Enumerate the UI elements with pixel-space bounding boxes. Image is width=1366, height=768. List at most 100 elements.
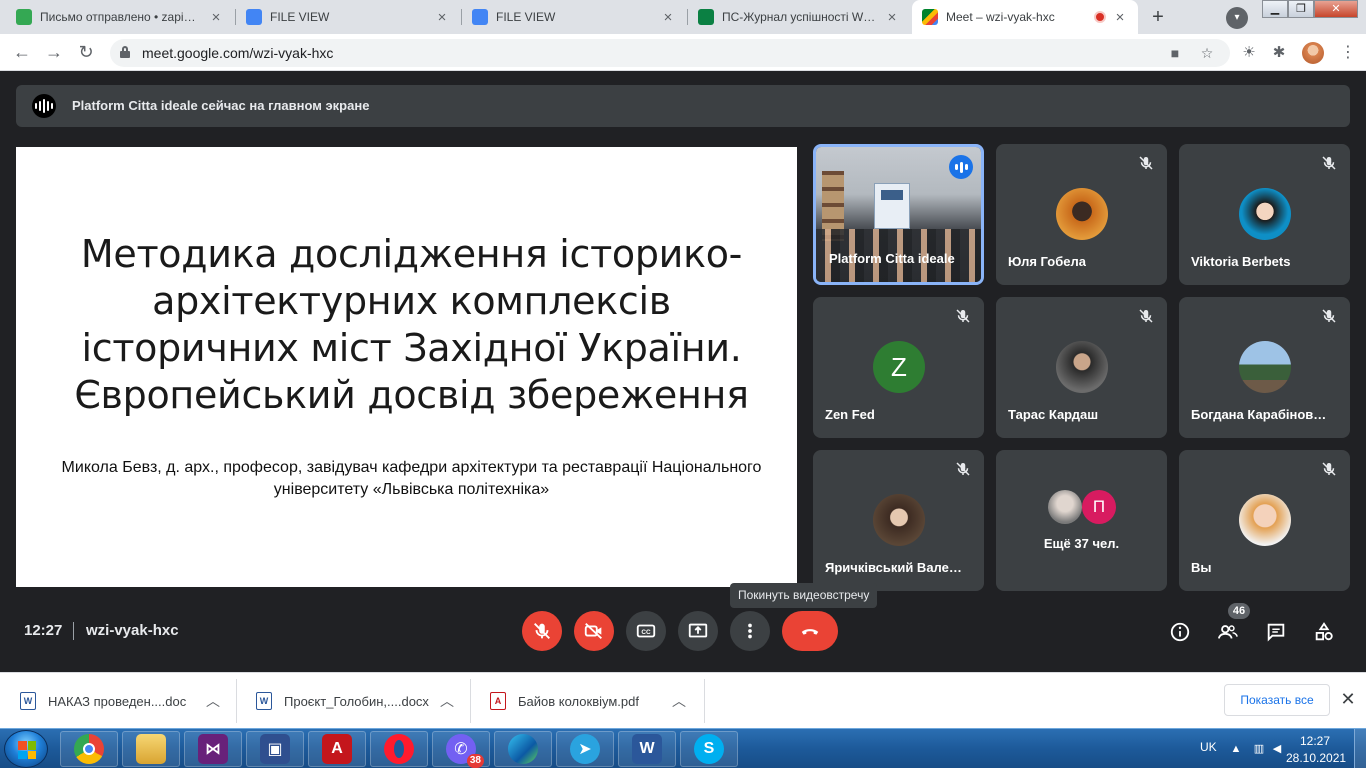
taskbar-viber[interactable]: ✆ 38 (432, 731, 490, 768)
close-icon[interactable]: × (884, 9, 900, 26)
start-button[interactable] (4, 730, 48, 768)
taskbar-acrobat[interactable]: A (308, 731, 366, 767)
participant-tile[interactable]: Яричківський Вале… (813, 450, 984, 591)
close-icon[interactable]: × (1112, 9, 1128, 26)
activities-button[interactable] (1311, 619, 1337, 645)
close-icon[interactable]: × (208, 9, 224, 26)
tab-title: Meet – wzi-vyak-hxc (946, 10, 1055, 24)
tray-expand-icon[interactable]: ▲ (1229, 742, 1243, 756)
participant-avatar (1239, 341, 1291, 393)
forward-arrow-icon[interactable]: → (42, 41, 66, 65)
taskbar-opera[interactable] (370, 731, 428, 767)
tab-gmail[interactable]: Письмо отправлено • zapib@ × (6, 0, 234, 34)
presentation-slide: Методика дослідження історико-архітектур… (16, 147, 797, 587)
chat-button[interactable] (1263, 619, 1289, 645)
chevron-up-icon[interactable]: ︿ (440, 691, 454, 711)
maximize-button[interactable]: ❐ (1288, 0, 1314, 18)
close-icon[interactable]: ✕ (1338, 687, 1358, 711)
document-favicon-icon (472, 9, 488, 25)
captions-button[interactable]: CC (626, 611, 666, 651)
participant-tile[interactable]: Platform Citta ideale (813, 144, 984, 285)
tab-meet[interactable]: Meet – wzi-vyak-hxc × (912, 0, 1138, 34)
mic-off-icon (1137, 307, 1155, 325)
slide-subtitle: Микола Бевз, д. арх., професор, завідува… (61, 459, 762, 498)
floppy-disk-icon: ▣ (260, 734, 290, 764)
participant-tile-self[interactable]: Вы (1179, 450, 1350, 591)
audio-bars-icon (32, 94, 56, 118)
close-window-button[interactable]: ✕ (1314, 0, 1358, 18)
people-icon (1217, 625, 1238, 639)
profile-avatar[interactable] (1302, 42, 1324, 64)
edge-icon (508, 734, 538, 764)
present-screen-button[interactable] (678, 611, 718, 651)
show-desktop-button[interactable] (1354, 729, 1366, 768)
meeting-details-button[interactable] (1167, 619, 1193, 645)
close-icon[interactable]: × (434, 9, 450, 26)
tab-file-view-1[interactable]: FILE VIEW × (236, 0, 460, 34)
taskbar-explorer[interactable] (122, 731, 180, 767)
opera-icon (384, 734, 414, 764)
more-options-button[interactable] (730, 611, 770, 651)
camera-icon[interactable]: ■ (1166, 44, 1184, 62)
leave-call-button[interactable] (782, 611, 838, 651)
participant-tile[interactable]: Тарас Кардаш (996, 297, 1167, 438)
tab-journal[interactable]: ПС-Журнал успішності WEB × (688, 0, 910, 34)
participant-count-badge: 46 (1228, 603, 1250, 619)
downloads-bar: W НАКАЗ проведен....doc ︿ W Проєкт_Голоб… (0, 672, 1366, 728)
download-item[interactable]: A Байов колоквіум.pdf ︿ (470, 679, 704, 723)
extensions-puzzle-icon[interactable]: ✱ (1268, 42, 1290, 64)
tab-file-view-2[interactable]: FILE VIEW × (462, 0, 686, 34)
reload-icon[interactable]: ↻ (74, 41, 98, 65)
participant-tile[interactable]: Viktoria Berbets (1179, 144, 1350, 285)
taskbar-edge[interactable] (494, 731, 552, 767)
toggle-camera-button[interactable] (574, 611, 614, 651)
participant-avatar (1056, 341, 1108, 393)
taskbar-chrome[interactable] (60, 731, 118, 767)
tab-title: Письмо отправлено • zapib@ (40, 10, 202, 24)
participant-tile[interactable]: Юля Гобела (996, 144, 1167, 285)
clock-time[interactable]: 12:27 (1300, 734, 1330, 748)
close-icon[interactable]: × (660, 9, 676, 26)
minimize-button[interactable]: ▁ (1262, 0, 1288, 18)
participant-tile[interactable]: Z Zen Fed (813, 297, 984, 438)
download-item[interactable]: W Проєкт_Голобин,....docx ︿ (236, 679, 470, 723)
mic-off-icon (954, 307, 972, 325)
bookmark-star-icon[interactable]: ☆ (1198, 44, 1216, 62)
download-item[interactable]: W НАКАЗ проведен....doc ︿ (0, 679, 236, 723)
word-icon: W (632, 734, 662, 764)
show-all-downloads-button[interactable]: Показать все (1224, 684, 1330, 716)
taskbar-telegram[interactable]: ➤ (556, 731, 614, 767)
taskbar-skype[interactable]: S (680, 731, 738, 767)
tab-title: ПС-Журнал успішності WEB (722, 10, 878, 24)
shapes-icon (1315, 622, 1333, 641)
participant-tile[interactable]: Богдана Карабінов… (1179, 297, 1350, 438)
clock-date[interactable]: 28.10.2021 (1286, 751, 1346, 765)
participant-tile-more[interactable]: П Ещё 37 чел. (996, 450, 1167, 591)
taskbar-visual-studio[interactable]: ⋈ (184, 731, 242, 767)
more-participants-label: Ещё 37 чел. (1043, 536, 1120, 551)
chevron-up-icon[interactable]: ︿ (672, 691, 686, 711)
volume-icon[interactable]: ◀ (1270, 742, 1284, 756)
mic-off-icon (534, 623, 550, 639)
network-icon[interactable]: ▥ (1252, 742, 1266, 756)
participant-name: Яричківський Вале… (825, 560, 962, 575)
address-bar[interactable]: meet.google.com/wzi-vyak-hxc ■ ☆ (110, 39, 1230, 67)
url-text[interactable]: meet.google.com/wzi-vyak-hxc (142, 45, 333, 61)
tab-search-icon[interactable]: ▾ (1226, 7, 1248, 29)
new-tab-button[interactable]: + (1145, 5, 1171, 29)
show-everyone-button[interactable] (1215, 619, 1241, 645)
divider (73, 622, 74, 640)
browser-menu-icon[interactable]: ⋮ (1340, 42, 1356, 64)
back-arrow-icon[interactable]: ← (10, 41, 34, 65)
taskbar-word[interactable]: W (618, 731, 676, 767)
weather-extension-icon[interactable]: ☀ (1238, 42, 1260, 64)
taskbar-save[interactable]: ▣ (246, 731, 304, 767)
participant-name: Вы (1191, 560, 1212, 575)
toggle-microphone-button[interactable] (522, 611, 562, 651)
browser-tab-strip: Письмо отправлено • zapib@ × FILE VIEW ×… (0, 0, 1366, 34)
participant-avatar (1239, 188, 1291, 240)
chevron-up-icon[interactable]: ︿ (206, 691, 220, 711)
keyboard-language[interactable]: UK (1200, 740, 1217, 754)
sheet-favicon-icon (698, 9, 714, 25)
download-filename: НАКАЗ проведен....doc (48, 693, 187, 709)
